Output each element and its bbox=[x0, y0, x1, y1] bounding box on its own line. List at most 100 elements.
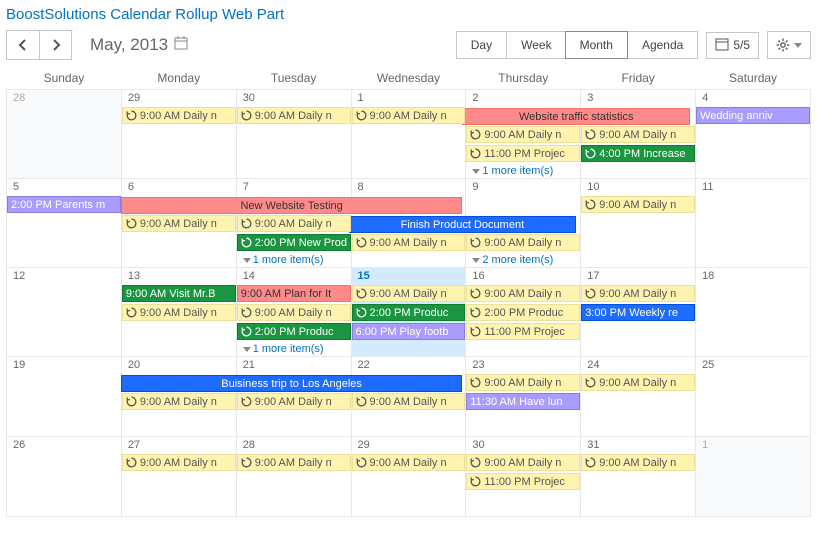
calendar-event[interactable]: 6:00 PM Play footb bbox=[352, 323, 466, 340]
calendar-event[interactable]: 9:00 AM Visit Mr.B bbox=[122, 285, 236, 302]
calendar-day-cell[interactable]: 299:00 AM Daily n bbox=[351, 437, 466, 517]
calendar-day-cell[interactable]: 219:00 AM Daily n bbox=[236, 357, 351, 437]
calendar-event[interactable]: 9:00 AM Daily n bbox=[122, 215, 236, 232]
calendar-event[interactable]: 9:00 AM Daily n bbox=[466, 285, 580, 302]
calendar-event[interactable]: 9:00 AM Plan for It bbox=[237, 285, 351, 302]
calendar-event[interactable]: Wedding anniv bbox=[696, 107, 810, 124]
calendar-event[interactable]: 9:00 AM Daily n bbox=[352, 107, 466, 124]
more-items-link[interactable]: 1 more item(s) bbox=[237, 342, 351, 356]
calendar-event[interactable]: 9:00 AM Daily n bbox=[237, 393, 351, 410]
calendar-event[interactable]: 9:00 AM Daily n bbox=[581, 454, 695, 471]
calendar-day-cell[interactable]: 26 bbox=[7, 437, 122, 517]
calendar-day-cell[interactable]: 11 bbox=[696, 179, 811, 268]
calendar-day-cell[interactable]: 12 bbox=[7, 268, 122, 357]
calendar-day-cell[interactable]: 69:00 AM Daily n bbox=[121, 179, 236, 268]
calendar-day-cell[interactable]: 249:00 AM Daily n bbox=[581, 357, 696, 437]
calendar-day-cell[interactable]: 18 bbox=[696, 268, 811, 357]
view-agenda[interactable]: Agenda bbox=[627, 32, 697, 58]
calendar-day-cell[interactable]: 99:00 AM Daily n2 more item(s) bbox=[466, 179, 581, 268]
event-text: 9:00 AM Daily n bbox=[484, 286, 561, 302]
calendar-day-cell[interactable]: 19Buisiness trip to Los Angeles bbox=[7, 357, 122, 437]
calendar-day-cell[interactable]: 279:00 AM Daily n bbox=[121, 437, 236, 517]
calendar-event[interactable]: 2:00 PM Produc bbox=[352, 304, 466, 321]
calendar-event[interactable]: 2:00 PM Parents m bbox=[7, 196, 121, 213]
calendar-day-cell[interactable]: 179:00 AM Daily n3:00 PM Weekly re bbox=[581, 268, 696, 357]
calendar-event[interactable]: 9:00 AM Daily n bbox=[581, 196, 695, 213]
gear-icon bbox=[776, 38, 790, 52]
calendar-day-cell[interactable]: 52:00 PM Parents mNew Website TestingFin… bbox=[7, 179, 122, 268]
recurring-icon bbox=[241, 326, 252, 337]
calendar-day-cell[interactable]: 109:00 AM Daily n bbox=[581, 179, 696, 268]
calendar-day-cell[interactable]: 39:00 AM Daily n4:00 PM Increase bbox=[581, 90, 696, 179]
calendar-event[interactable]: 9:00 AM Daily n bbox=[466, 454, 580, 471]
calendar-event[interactable]: 9:00 AM Daily n bbox=[466, 234, 580, 251]
calendar-event[interactable]: 9:00 AM Daily n bbox=[237, 107, 351, 124]
more-items-link[interactable]: 2 more item(s) bbox=[466, 253, 580, 267]
calendar-event[interactable]: 11:00 PM Projec bbox=[466, 145, 580, 162]
calendar-event[interactable]: 11:00 PM Projec bbox=[466, 323, 580, 340]
calendar-day-cell[interactable]: 1 bbox=[696, 437, 811, 517]
calendar-event[interactable]: 9:00 AM Daily n bbox=[581, 374, 695, 391]
prev-button[interactable] bbox=[7, 31, 39, 59]
calendar-day-cell[interactable]: 149:00 AM Plan for It9:00 AM Daily n2:00… bbox=[236, 268, 351, 357]
calendar-day-cell[interactable]: 19:00 AM Daily n bbox=[351, 90, 466, 179]
day-number: 30 bbox=[237, 90, 351, 107]
calendar-day-cell[interactable]: 289:00 AM Daily n bbox=[236, 437, 351, 517]
calendar-event[interactable]: 2:00 PM New Prod bbox=[237, 234, 351, 251]
calendar-event[interactable]: 2:00 PM Produc bbox=[237, 323, 351, 340]
calendar-event[interactable]: 9:00 AM Daily n bbox=[122, 454, 236, 471]
view-day[interactable]: Day bbox=[457, 32, 506, 58]
calendar-event[interactable]: 9:00 AM Daily n bbox=[122, 107, 236, 124]
next-button[interactable] bbox=[39, 31, 71, 59]
calendar-day-cell[interactable]: 89:00 AM Daily n bbox=[351, 179, 466, 268]
calendar-event[interactable]: 3:00 PM Weekly re bbox=[581, 304, 695, 321]
chevron-down-icon bbox=[794, 43, 802, 48]
calendar-count-dropdown[interactable]: 5/5 bbox=[706, 32, 759, 59]
calendar-day-cell[interactable]: 229:00 AM Daily n bbox=[351, 357, 466, 437]
calendar-day-cell[interactable]: 79:00 AM Daily n2:00 PM New Prod1 more i… bbox=[236, 179, 351, 268]
calendar-event[interactable]: 9:00 AM Daily n bbox=[581, 285, 695, 302]
calendar-event[interactable]: 9:00 AM Daily n bbox=[352, 393, 466, 410]
recurring-icon bbox=[356, 457, 367, 468]
calendar-event[interactable]: 9:00 AM Daily n bbox=[122, 393, 236, 410]
calendar-day-cell[interactable]: 319:00 AM Daily n bbox=[581, 437, 696, 517]
calendar-day-cell[interactable]: 29:00 AM Daily n11:00 PM Projec1 more it… bbox=[466, 90, 581, 179]
settings-button[interactable] bbox=[767, 31, 811, 59]
more-items-link[interactable]: 1 more item(s) bbox=[237, 253, 351, 267]
view-week[interactable]: Week bbox=[506, 32, 565, 58]
calendar-day-cell[interactable]: 309:00 AM Daily n11:00 PM Projec bbox=[466, 437, 581, 517]
calendar-day-cell[interactable]: 169:00 AM Daily n2:00 PM Produc11:00 PM … bbox=[466, 268, 581, 357]
calendar-event[interactable]: 9:00 AM Daily n bbox=[237, 454, 351, 471]
calendar-day-cell[interactable]: 4Wedding anniv bbox=[696, 90, 811, 179]
calendar-day-cell[interactable]: 139:00 AM Visit Mr.B 9:00 AM Daily n bbox=[121, 268, 236, 357]
calendar-event[interactable]: 11:30 AM Have lun bbox=[466, 393, 580, 410]
calendar-event[interactable]: 9:00 AM Daily n bbox=[352, 234, 466, 251]
calendar-event[interactable]: 2:00 PM Produc bbox=[466, 304, 580, 321]
calendar-day-cell[interactable]: 209:00 AM Daily n bbox=[121, 357, 236, 437]
calendar-day-cell[interactable]: 28Website traffic statistics bbox=[7, 90, 122, 179]
calendar-event[interactable]: 9:00 AM Daily n bbox=[237, 304, 351, 321]
calendar-event[interactable]: 11:00 PM Projec bbox=[466, 473, 580, 490]
calendar-day-cell[interactable]: 239:00 AM Daily n11:30 AM Have lun bbox=[466, 357, 581, 437]
view-month[interactable]: Month bbox=[565, 31, 628, 59]
calendar-event[interactable]: 9:00 AM Daily n bbox=[466, 126, 580, 143]
more-items-link[interactable]: 1 more item(s) bbox=[466, 164, 580, 178]
calendar-event[interactable]: 9:00 AM Daily n bbox=[352, 454, 466, 471]
calendar-icon[interactable] bbox=[174, 35, 188, 55]
event-text: 9:00 AM Daily n bbox=[484, 455, 561, 471]
calendar-day-cell[interactable]: 299:00 AM Daily n bbox=[121, 90, 236, 179]
calendar-event[interactable]: 9:00 AM Daily n bbox=[581, 126, 695, 143]
day-number: 13 bbox=[122, 268, 236, 285]
calendar-event[interactable]: 9:00 AM Daily n bbox=[122, 304, 236, 321]
calendar-event[interactable]: 4:00 PM Increase bbox=[581, 145, 695, 162]
recurring-icon bbox=[241, 307, 252, 318]
calendar-event[interactable]: 9:00 AM Daily n bbox=[466, 374, 580, 391]
recurring-icon bbox=[470, 288, 481, 299]
calendar-day-cell[interactable]: 309:00 AM Daily n bbox=[236, 90, 351, 179]
calendar-event[interactable]: 9:00 AM Daily n bbox=[352, 285, 466, 302]
calendar-day-cell[interactable]: 159:00 AM Daily n2:00 PM Produc6:00 PM P… bbox=[351, 268, 466, 357]
calendar-event[interactable]: 9:00 AM Daily n bbox=[237, 215, 351, 232]
recurring-icon bbox=[356, 396, 367, 407]
calendar-day-cell[interactable]: 25 bbox=[696, 357, 811, 437]
event-text: 2:00 PM Parents m bbox=[11, 197, 105, 213]
